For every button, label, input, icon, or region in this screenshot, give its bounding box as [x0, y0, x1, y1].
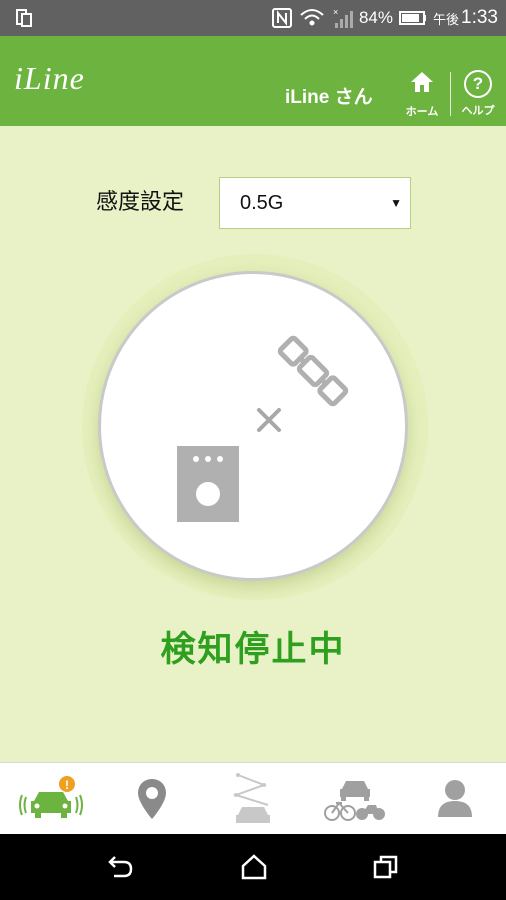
detector-circle[interactable] [98, 271, 408, 581]
tab-car-alert[interactable]: ! [0, 763, 101, 835]
system-nav-bar [0, 834, 506, 900]
nfc-icon [271, 7, 293, 29]
vehicles-icon [323, 781, 385, 821]
home-label: ホーム [405, 106, 439, 118]
wifi-icon [299, 7, 325, 29]
home-nav-icon[interactable] [240, 854, 268, 880]
help-icon: ? [464, 70, 492, 98]
status-bar: × 84% 午後 1:33 [0, 0, 506, 36]
dropdown-arrow-icon: ▼ [390, 196, 402, 210]
back-icon[interactable] [106, 854, 134, 880]
alert-badge: ! [65, 778, 69, 792]
home-icon [409, 72, 435, 98]
satellite-icon [277, 335, 349, 407]
tab-route[interactable] [202, 763, 303, 835]
sensitivity-select[interactable]: 0.5G ▼ [219, 177, 411, 229]
account-icon [437, 780, 472, 817]
sensitivity-label: 感度設定 [96, 189, 185, 214]
time-prefix: 午後 [433, 11, 460, 27]
signal-icon: × [331, 7, 353, 29]
divider [450, 72, 451, 116]
route-icon [232, 773, 270, 823]
home-button[interactable]: ホーム [400, 70, 444, 126]
app-logo: iLine [14, 60, 85, 96]
help-label: ヘルプ [461, 105, 495, 117]
help-button[interactable]: ? ヘルプ [456, 70, 500, 126]
app-bar: iLine iLine さん ホーム ? ヘルプ [0, 36, 506, 126]
recents-icon[interactable] [372, 854, 400, 880]
sim-icon [14, 8, 34, 28]
sensitivity-value: 0.5G [240, 192, 284, 214]
battery-percent: 84% [358, 8, 393, 27]
device-icon [177, 446, 239, 522]
cross-icon [257, 408, 281, 432]
tab-vehicles[interactable] [303, 763, 404, 835]
main-content: 感度設定 0.5G ▼ 検知停止中 [0, 126, 506, 762]
car-alert-icon: ! [18, 776, 83, 818]
user-name: iLine さん [285, 87, 373, 108]
tab-location[interactable] [101, 763, 202, 835]
location-pin-icon [137, 779, 166, 819]
clock: 1:33 [461, 7, 498, 28]
detection-status: 検知停止中 [160, 630, 346, 669]
svg-text:×: × [333, 7, 338, 17]
battery-icon [399, 10, 427, 26]
bottom-nav: ! [0, 762, 506, 835]
tab-account[interactable] [404, 763, 505, 835]
